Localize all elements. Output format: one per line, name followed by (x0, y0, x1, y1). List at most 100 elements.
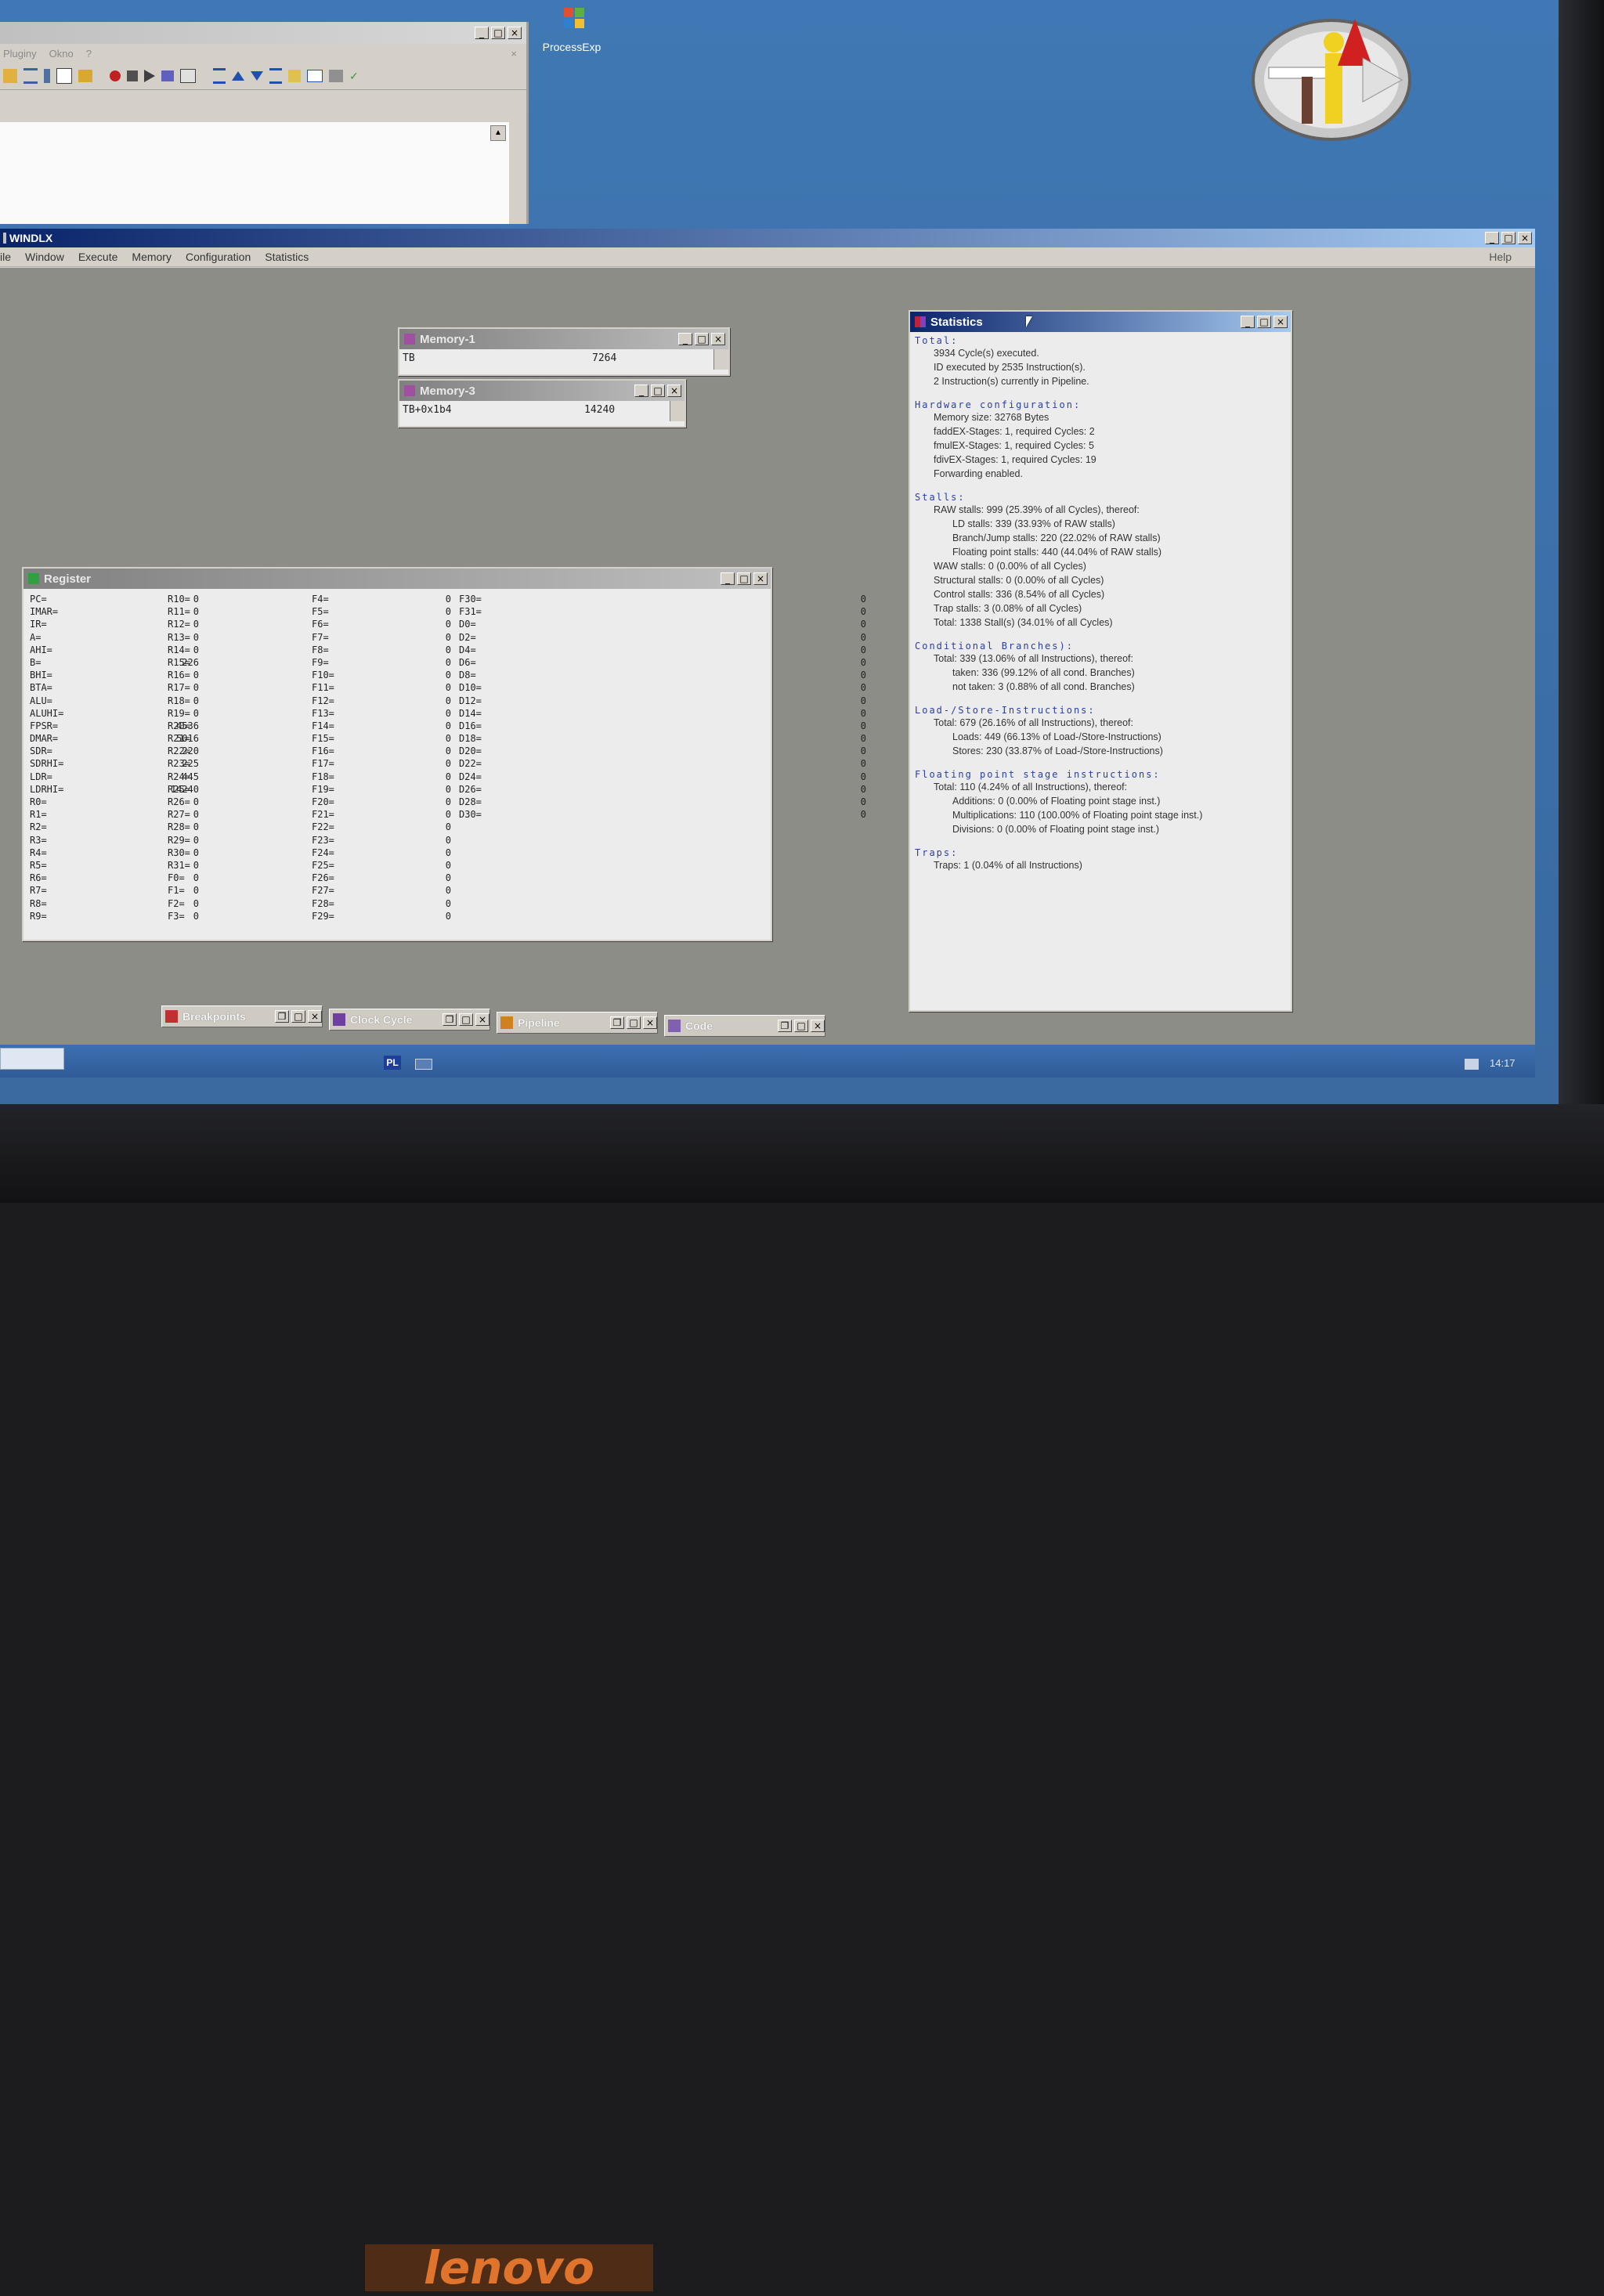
register-name: F12= (312, 695, 334, 706)
code-icon (668, 1020, 681, 1032)
toolbar-spellcheck-icon[interactable]: ✓ (349, 70, 363, 81)
toolbar-list-icon[interactable] (23, 68, 38, 84)
toolbar-pin-icon[interactable] (44, 69, 50, 83)
register-name: D30= (459, 809, 482, 821)
minimize-button[interactable]: _ (634, 384, 648, 397)
close-button[interactable]: × (508, 27, 522, 39)
menu-window[interactable]: Window (25, 251, 64, 263)
memory-3-window[interactable]: Memory-3 _ □ × TB+0x1b4 14240 (398, 379, 686, 428)
menu-help[interactable]: Help (1489, 251, 1535, 263)
close-button[interactable]: × (1518, 232, 1532, 244)
toolbar-record-icon[interactable] (110, 70, 121, 81)
memory-3-titlebar[interactable]: Memory-3 _ □ × (399, 381, 685, 401)
minimized-pipeline-window[interactable]: Pipeline ❐ □ × (497, 1012, 658, 1034)
toolbar-open-icon[interactable] (3, 69, 17, 83)
memory-1-row[interactable]: TB 7264 (399, 349, 728, 370)
memory-1-titlebar[interactable]: Memory-1 _ □ × (399, 329, 728, 349)
breakpoints-icon (165, 1010, 178, 1023)
toolbar-stop-icon[interactable] (127, 70, 138, 81)
menu-okno[interactable]: Okno (49, 48, 74, 60)
tray-network-icon[interactable] (1465, 1059, 1479, 1070)
register-name: LDR= (30, 771, 52, 782)
minimize-button[interactable]: _ (678, 333, 692, 345)
memory-1-scrollbar[interactable] (713, 349, 728, 370)
menu-file[interactable]: ile (0, 251, 11, 263)
keyboard-icon[interactable] (415, 1059, 432, 1070)
register-value: 14240 (170, 783, 199, 795)
clock[interactable]: 14:17 (1490, 1057, 1515, 1069)
maximize-button[interactable]: □ (794, 1020, 808, 1032)
minimized-code-window[interactable]: Code ❐ □ × (664, 1015, 825, 1037)
register-titlebar[interactable]: Register _ □ × (23, 569, 771, 589)
close-button[interactable]: × (643, 1016, 657, 1029)
maximize-button[interactable]: □ (459, 1013, 473, 1026)
toolbar-print-icon[interactable] (329, 70, 343, 82)
scroll-up-button[interactable]: ▲ (490, 125, 506, 141)
register-value: 0 (445, 656, 451, 668)
desktop-icon-processexp[interactable]: ProcessExp (540, 6, 603, 53)
menu-statistics[interactable]: Statistics (265, 251, 309, 263)
start-button[interactable] (0, 1048, 64, 1070)
toolbar-folder-icon[interactable] (78, 70, 92, 82)
toolbar-sort-icon[interactable] (269, 68, 282, 84)
menu-memory[interactable]: Memory (132, 251, 172, 263)
windlx-titlebar[interactable]: WINDLX _ □ × (0, 229, 1535, 247)
memory-3-scrollbar[interactable] (670, 401, 685, 421)
minimize-button[interactable]: _ (1241, 316, 1255, 328)
windlx-window[interactable]: WINDLX _ □ × ile Window Execute Memory C… (0, 229, 1535, 1057)
close-button[interactable]: × (753, 572, 768, 585)
maximize-button[interactable]: □ (695, 333, 709, 345)
background-app-window[interactable]: _ □ × Pluginy Okno ? × ✓ ▲ (0, 22, 529, 224)
maximize-button[interactable]: □ (627, 1016, 641, 1029)
menu-execute[interactable]: Execute (78, 251, 118, 263)
minimize-button[interactable]: _ (721, 572, 735, 585)
toolbar-export-icon[interactable] (288, 70, 301, 82)
restore-button[interactable]: ❐ (778, 1020, 792, 1032)
close-button[interactable]: × (1273, 316, 1288, 328)
menu-configuration[interactable]: Configuration (186, 251, 251, 263)
restore-button[interactable]: ❐ (610, 1016, 624, 1029)
maximize-button[interactable]: □ (737, 572, 751, 585)
maximize-button[interactable]: □ (1257, 316, 1271, 328)
minimize-button[interactable]: _ (1485, 232, 1499, 244)
menu-close-icon[interactable]: × (511, 48, 526, 60)
close-button[interactable]: × (711, 333, 725, 345)
register-value: 0 (193, 872, 199, 884)
minimized-breakpoints-window[interactable]: Breakpoints ❐ □ × (161, 1005, 323, 1027)
close-button[interactable]: × (475, 1013, 490, 1026)
toolbar-align-icon[interactable] (56, 68, 72, 84)
menu-bar: Pluginy Okno ? × (0, 44, 526, 63)
language-indicator[interactable]: PL (384, 1056, 401, 1070)
close-button[interactable]: × (667, 384, 681, 397)
memory-1-window[interactable]: Memory-1 _ □ × TB 7264 (398, 327, 730, 376)
register-value: 0 (445, 783, 451, 795)
toolbar-panel-icon[interactable] (307, 70, 323, 82)
menu-pluginy[interactable]: Pluginy (3, 48, 37, 60)
register-window[interactable]: Register _ □ × PC=296IMAR=292IR=0A=0AHI=… (22, 567, 866, 941)
register-name: D20= (459, 745, 482, 757)
menu-help[interactable]: ? (86, 48, 92, 60)
minimized-clock-cycle-window[interactable]: Clock Cycle ❐ □ × (329, 1009, 490, 1031)
maximize-button[interactable]: □ (651, 384, 665, 397)
restore-button[interactable]: ❐ (275, 1010, 289, 1023)
toolbar-down-icon[interactable] (251, 71, 263, 81)
toolbar-step-over-icon[interactable] (161, 70, 174, 81)
toolbar-step-icon[interactable] (144, 70, 155, 82)
statistics-titlebar[interactable]: Statistics _ □ × (910, 312, 1291, 332)
register-name: F5= (312, 606, 329, 618)
minimized-window-title: Clock Cycle (350, 1013, 413, 1026)
memory-3-row[interactable]: TB+0x1b4 14240 (399, 401, 685, 421)
register-value: 5016 (176, 733, 199, 745)
maximize-button[interactable]: □ (291, 1010, 305, 1023)
statistics-window[interactable]: Statistics _ □ × Total: 3934 Cycle(s) exe… (909, 310, 1292, 1012)
minimize-button[interactable]: _ (475, 27, 489, 39)
maximize-button[interactable]: □ (1501, 232, 1515, 244)
maximize-button[interactable]: □ (491, 27, 505, 39)
close-button[interactable]: × (811, 1020, 825, 1032)
toolbar-up-icon[interactable] (232, 71, 244, 81)
statistics-line: Forwarding enabled. (934, 468, 1023, 479)
toolbar-sum-icon[interactable] (213, 68, 226, 84)
close-button[interactable]: × (308, 1010, 322, 1023)
restore-button[interactable]: ❐ (443, 1013, 457, 1026)
toolbar-window-icon[interactable] (180, 69, 196, 83)
